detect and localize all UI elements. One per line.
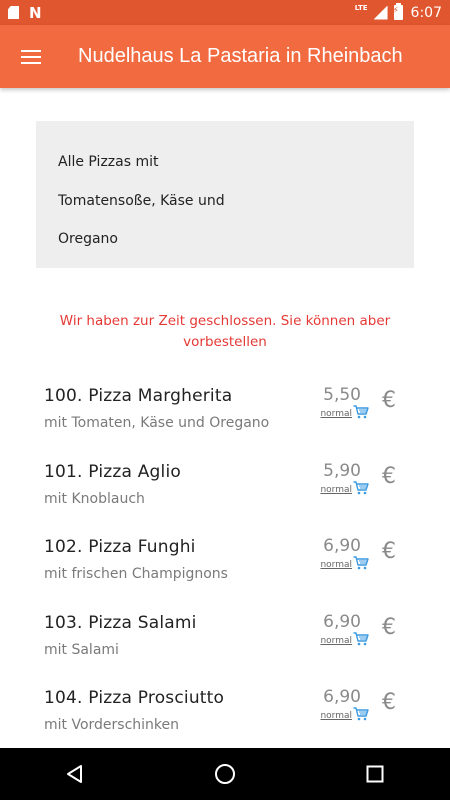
item-currency: € xyxy=(382,388,396,413)
status-bar: N LTE 6:07 xyxy=(0,0,450,25)
item-price: 5,50 xyxy=(323,385,361,405)
info-line: Oregano xyxy=(58,231,118,247)
navigation-bar xyxy=(0,748,450,800)
menu-list: 100. Pizza Margherita mit Tomaten, Käse u… xyxy=(0,384,450,748)
back-triangle-icon xyxy=(67,765,82,783)
item-price: 6,90 xyxy=(323,687,361,707)
item-name: 100. Pizza Margherita xyxy=(44,386,233,406)
item-name: 103. Pizza Salami xyxy=(44,612,197,633)
menu-item[interactable]: 102. Pizza Funghi mit frischen Champignon… xyxy=(0,535,450,611)
home-button[interactable] xyxy=(195,748,255,800)
shopping-cart-icon[interactable] xyxy=(353,556,369,570)
info-box: Alle Pizzas mit Tomatensoße, Käse und Or… xyxy=(36,121,414,268)
recents-button[interactable] xyxy=(345,748,405,800)
menu-item[interactable]: 103. Pizza Salami mit Salami 6,90 normal € xyxy=(0,611,450,687)
item-price: 6,90 xyxy=(323,611,361,632)
clock: 6:07 xyxy=(410,4,442,21)
item-currency: € xyxy=(382,690,396,715)
shopping-cart-icon[interactable] xyxy=(353,405,369,419)
sd-card-icon xyxy=(8,6,19,19)
shopping-cart-icon[interactable] xyxy=(353,707,369,721)
main-content[interactable]: Alle Pizzas mit Tomatensoße, Käse und Or… xyxy=(0,88,450,748)
item-currency: € xyxy=(382,614,396,640)
status-notifications: N xyxy=(8,4,42,22)
item-description: mit Knoblauch xyxy=(44,490,145,507)
item-currency: € xyxy=(382,539,396,564)
menu-item[interactable]: 104. Pizza Prosciutto mit Vorderschinken 6… xyxy=(0,686,450,748)
menu-item[interactable]: 101. Pizza Aglio mit Knoblauch 5,90 normal € xyxy=(0,460,450,536)
item-size-link[interactable]: normal xyxy=(320,560,352,570)
item-size-link[interactable]: normal xyxy=(320,636,352,646)
item-description: mit Vorderschinken xyxy=(44,717,180,733)
battery-charging-icon xyxy=(393,3,403,20)
home-circle-icon xyxy=(215,764,235,784)
item-description: mit Salami xyxy=(44,641,119,658)
item-price: 5,90 xyxy=(323,460,361,481)
info-line: Alle Pizzas mit xyxy=(58,154,159,170)
app-title: Nudelhaus La Pastaria in Rheinbach xyxy=(78,45,403,67)
back-button[interactable] xyxy=(45,748,105,800)
info-line: Tomatensoße, Käse und xyxy=(58,192,225,209)
item-size-link[interactable]: normal xyxy=(320,485,352,495)
item-name: 104. Pizza Prosciutto xyxy=(44,688,225,708)
item-currency: € xyxy=(382,463,396,489)
item-name: 102. Pizza Funghi xyxy=(44,537,196,557)
signal-icon xyxy=(373,5,388,20)
recents-square-icon xyxy=(366,765,384,783)
menu-button[interactable] xyxy=(0,25,62,88)
n-notification-icon: N xyxy=(29,3,42,22)
shopping-cart-icon[interactable] xyxy=(353,480,369,495)
item-price: 6,90 xyxy=(323,536,361,556)
network-type: LTE xyxy=(354,3,368,12)
item-description: mit Tomaten, Käse und Oregano xyxy=(44,415,270,431)
status-system: LTE 6:07 xyxy=(354,3,442,21)
menu-item[interactable]: 100. Pizza Margherita mit Tomaten, Käse u… xyxy=(0,384,450,460)
closed-notice: Wir haben zur Zeit geschlossen. Sie könn… xyxy=(59,313,391,350)
item-size-link[interactable]: normal xyxy=(320,409,352,419)
item-description: mit frischen Champignons xyxy=(44,566,228,582)
shopping-cart-icon[interactable] xyxy=(353,631,369,646)
item-size-link[interactable]: normal xyxy=(320,711,352,721)
app-bar: Nudelhaus La Pastaria in Rheinbach xyxy=(0,25,450,88)
hamburger-icon xyxy=(21,49,41,64)
item-name: 101. Pizza Aglio xyxy=(44,461,181,482)
